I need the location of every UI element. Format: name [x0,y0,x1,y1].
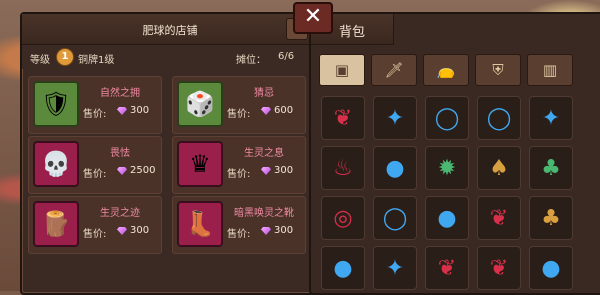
price-value: 300 [274,225,294,236]
shop-item-card[interactable]: 🪵 生灵之迹 售价: 300 [28,196,162,254]
price-value: 300 [274,165,294,176]
gem-icon [117,167,127,175]
item-name: 暗黑唤灵之靴 [234,208,294,219]
bag-item-slot[interactable]: ◯ [425,96,469,140]
level-badge: 1 [56,48,74,66]
armor-tab-icon[interactable]: ⛨ [475,54,521,86]
price-label: 售价: [83,109,107,120]
bag-title: 背包 [339,25,366,40]
item-name: 生灵之迹 [100,208,140,219]
item-name: 自然之拥 [100,88,140,99]
price-label: 售价: [227,109,251,120]
bag-item-slot[interactable]: ✦ [373,246,417,290]
close-icon[interactable]: ✕ [293,2,333,34]
item-name: 猜忌 [254,88,274,99]
gem-icon [261,227,271,235]
shop-item-card[interactable]: 👢 暗黑唤灵之靴 售价: 300 [172,196,306,254]
bag-item-slot[interactable]: ♨ [321,146,365,190]
price-value: 600 [274,105,294,116]
bag-item-slot[interactable]: ♠ [477,146,521,190]
weapon-tab-icon[interactable]: 🗡 [371,54,417,86]
bag-item-slot[interactable]: ● [529,246,573,290]
price-label: 售价: [83,169,107,180]
bag-item-slot[interactable]: ● [321,246,365,290]
dark-crown-icon: ♛ [177,141,223,187]
bag-tab-icon[interactable]: 👝 [423,54,469,86]
gem-icon [261,107,271,115]
material-tab-icon[interactable]: ▥ [527,54,573,86]
bag-item-slot[interactable]: ❦ [321,96,365,140]
bag-item-slot[interactable]: ♣ [529,146,573,190]
bag-item-slot[interactable]: ◯ [477,96,521,140]
bag-item-slot[interactable]: ● [373,146,417,190]
dark-boot-icon: 👢 [177,201,223,247]
wood-claw-icon: 🪵 [33,201,79,247]
price-value: 300 [130,105,150,116]
green-dice-icon: 🎲 [177,81,223,127]
gem-icon [117,227,127,235]
shop-title: 肥球的店铺 [142,24,198,37]
bag-item-slot[interactable]: ● [425,196,469,240]
bag-item-slot[interactable]: ❦ [425,246,469,290]
shop-item-card[interactable]: 🎲 猜忌 售价: 600 [172,76,306,134]
shop-info: 等级 1 铜牌1级 摊位： 6/6 [22,45,318,69]
bag-item-slot[interactable]: ❦ [477,246,521,290]
slots-label: 摊位： [236,55,266,66]
bag-item-slot[interactable]: ◎ [321,196,365,240]
level-label: 等级 [30,55,50,66]
price-value: 2500 [130,165,156,176]
price-label: 售价: [227,169,251,180]
bag-item-slot[interactable]: ✦ [373,96,417,140]
shop-panel: 肥球的店铺 ✎ 等级 1 铜牌1级 摊位： 6/6 🛡 自然之拥 售价: 300… [20,12,320,295]
bag-item-slot[interactable]: ✹ [425,146,469,190]
green-armor-icon: 🛡 [33,81,79,127]
gem-icon [117,107,127,115]
bag-item-slot[interactable]: ◯ [373,196,417,240]
slots-value: 6/6 [278,51,295,62]
bag-panel: 背包 ▣ 🗡 👝 ⛨ ▥ ❦ ✦ ◯ ◯ ✦ ♨ ● ✹ ♠ ♣ ◎ ◯ ● ❦ ♣ ● ✦ ❦ ❦ ● [309,12,600,295]
bag-item-slot[interactable]: ♣ [529,196,573,240]
gem-icon [261,167,271,175]
shop-item-card[interactable]: 🛡 自然之拥 售价: 300 [28,76,162,134]
item-name: 生灵之息 [244,148,284,159]
item-name: 畏怯 [110,148,130,159]
price-label: 售价: [227,229,251,240]
shop-item-card[interactable]: ♛ 生灵之息 售价: 300 [172,136,306,194]
all-tab-icon[interactable]: ▣ [319,54,365,86]
skull-ring-icon: 💀 [33,141,79,187]
bag-item-slot[interactable]: ✦ [529,96,573,140]
rank-text: 铜牌1级 [78,55,115,66]
price-value: 300 [130,225,150,236]
price-label: 售价: [83,229,107,240]
shop-item-card[interactable]: 💀 畏怯 售价: 2500 [28,136,162,194]
shop-title-bar: 肥球的店铺 ✎ [22,14,318,45]
bag-item-slot[interactable]: ❦ [477,196,521,240]
